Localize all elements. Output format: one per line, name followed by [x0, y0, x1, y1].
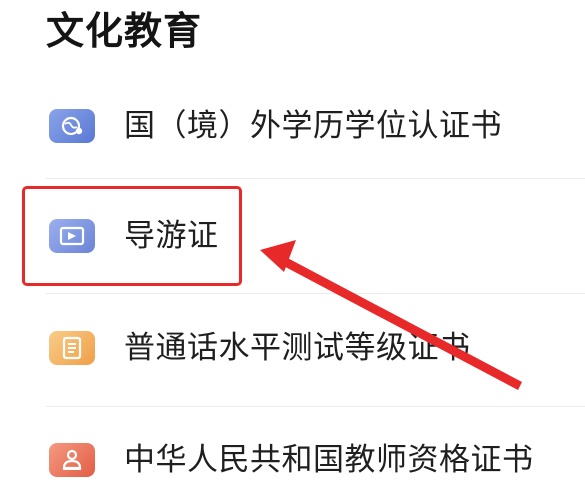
list-item-teacher-qualification-certificate[interactable]: 中华人民共和国教师资格证书: [46, 430, 585, 490]
teacher-certificate-icon: [49, 443, 95, 477]
document-certificate-icon: [49, 331, 95, 365]
annotation-highlight-box: [22, 186, 242, 286]
item-label: 中华人民共和国教师资格证书: [124, 442, 534, 478]
divider: [46, 178, 585, 179]
globe-certificate-icon: [49, 109, 95, 143]
item-label: 普通话水平测试等级证书: [124, 330, 471, 366]
divider: [46, 293, 585, 294]
divider: [46, 406, 585, 407]
item-label: 国（境）外学历学位认证书: [124, 108, 502, 144]
list-item-mandarin-proficiency-certificate[interactable]: 普通话水平测试等级证书: [46, 318, 585, 378]
list-item-foreign-degree-certification[interactable]: 国（境）外学历学位认证书: [46, 96, 585, 156]
